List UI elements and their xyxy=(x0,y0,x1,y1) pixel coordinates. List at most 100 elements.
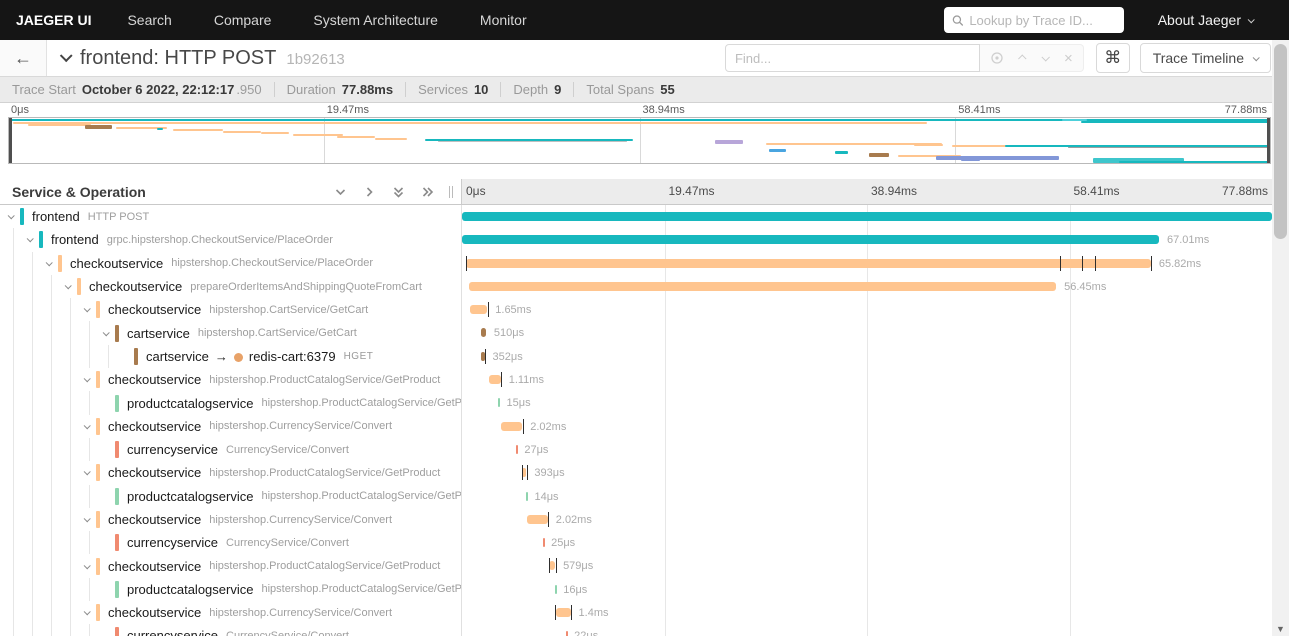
span-duration-bar[interactable] xyxy=(542,538,545,548)
scrollbar-down-arrow[interactable]: ▼ xyxy=(1272,624,1289,634)
tree-collapse-chevron-icon[interactable] xyxy=(78,468,94,476)
keyboard-shortcuts-button[interactable]: ⌘ xyxy=(1095,43,1130,73)
span-tree-item[interactable]: cartservice → redis-cart:6379 HGET xyxy=(0,344,462,369)
peer-service-name: redis-cart:6379 xyxy=(248,348,336,364)
span-tree-item[interactable]: checkoutservice hipstershop.CurrencyServi… xyxy=(0,601,462,625)
tree-collapse-chevron-icon[interactable] xyxy=(21,235,37,243)
span-tree-item[interactable]: checkoutservice hipstershop.ProductCatalo… xyxy=(0,368,462,392)
span-duration-bar[interactable] xyxy=(462,235,1159,245)
span-duration-label: 1.11ms xyxy=(508,374,544,387)
scrollbar-thumb[interactable] xyxy=(1274,44,1287,239)
span-duration-bar[interactable] xyxy=(526,514,548,524)
tree-collapse-chevron-icon[interactable] xyxy=(59,282,75,290)
collapse-one-icon[interactable] xyxy=(333,185,348,199)
back-button[interactable]: ← xyxy=(0,40,47,76)
tree-collapse-chevron-icon[interactable] xyxy=(78,608,94,616)
span-tree-item[interactable]: frontend HTTP POST xyxy=(0,205,462,229)
timeline-minimap[interactable] xyxy=(8,117,1271,164)
vertical-scrollbar[interactable]: ▼ xyxy=(1272,40,1289,636)
span-duration-bar[interactable] xyxy=(554,584,557,594)
minimap-segment xyxy=(935,156,1060,160)
trace-lookup-box[interactable] xyxy=(943,7,1124,33)
span-timeline-cell: 65.82ms xyxy=(462,252,1272,275)
span-row: checkoutservice hipstershop.ProductCatalo… xyxy=(0,554,1289,578)
span-duration-bar[interactable] xyxy=(462,212,1273,221)
span-tree-item[interactable]: checkoutservice hipstershop.CartService/G… xyxy=(0,298,462,322)
find-next-icon[interactable] xyxy=(1041,53,1050,62)
indent-guide xyxy=(0,531,19,555)
column-resize-grip[interactable] xyxy=(449,185,453,198)
indent-guide xyxy=(19,461,38,485)
tree-collapse-chevron-icon[interactable] xyxy=(78,422,94,430)
span-tree-item[interactable]: checkoutservice hipstershop.CurrencyServi… xyxy=(0,507,462,532)
collapse-all-icon[interactable] xyxy=(391,185,406,199)
span-tree-item[interactable]: cartservice hipstershop.CartService/GetCa… xyxy=(0,321,462,345)
span-tree-item[interactable]: currencyservice CurrencyService/Convert xyxy=(0,531,462,555)
span-duration-bar[interactable] xyxy=(525,491,528,501)
stat-services: Services 10 xyxy=(405,82,500,97)
app-brand[interactable]: JAEGER UI xyxy=(16,12,91,28)
minimap-right-handle[interactable] xyxy=(1267,118,1270,163)
tree-collapse-chevron-icon[interactable] xyxy=(78,561,94,569)
span-tree-item[interactable]: checkoutservice hipstershop.CheckoutServi… xyxy=(0,251,462,275)
span-duration-bar[interactable] xyxy=(501,421,523,431)
tree-collapse-chevron-icon[interactable] xyxy=(78,375,94,383)
tree-collapse-chevron-icon[interactable] xyxy=(78,515,94,523)
span-tree-item[interactable]: checkoutservice hipstershop.CurrencyServi… xyxy=(0,414,462,438)
indent-guide xyxy=(57,321,76,345)
span-duration-bar[interactable] xyxy=(468,281,1057,291)
span-duration-bar[interactable] xyxy=(515,444,518,454)
nav-item-compare[interactable]: Compare xyxy=(214,12,272,28)
minimap-left-handle[interactable] xyxy=(9,118,12,163)
span-duration-label: 1.4ms xyxy=(578,607,609,620)
columns-header: Service & Operation 0μs 19.47ms 38.94ms 58.… xyxy=(0,179,1289,205)
span-duration-bar[interactable] xyxy=(489,375,501,385)
minimap-segment xyxy=(1080,121,1270,123)
tree-collapse-chevron-icon[interactable] xyxy=(2,212,18,220)
find-input[interactable] xyxy=(734,50,970,66)
span-duration-bar[interactable] xyxy=(480,328,486,338)
span-tree-item[interactable]: checkoutservice prepareOrderItemsAndShipp… xyxy=(0,274,462,299)
trace-stats-bar: Trace Start October 6 2022, 22:12:17.950 D… xyxy=(0,77,1289,103)
span-duration-bar[interactable] xyxy=(466,258,1151,268)
minimap-grid-line xyxy=(639,118,641,163)
trace-header: ← frontend: HTTP POST 1b92613 × ⌘ Trace … xyxy=(0,40,1289,77)
tree-collapse-chevron-icon[interactable] xyxy=(97,328,113,336)
about-jaeger-menu[interactable]: About Jaeger xyxy=(1158,12,1255,28)
tree-collapse-chevron-icon[interactable] xyxy=(78,305,94,313)
indent-guide xyxy=(76,321,95,345)
span-duration-bar[interactable] xyxy=(555,608,571,618)
span-tree-item[interactable]: currencyservice CurrencyService/Convert xyxy=(0,624,462,636)
target-icon[interactable] xyxy=(990,51,1004,65)
span-duration-bar[interactable] xyxy=(470,305,488,315)
span-tree-item[interactable]: productcatalogservice hipstershop.Product… xyxy=(0,577,462,602)
indent-guide xyxy=(19,344,38,369)
find-box[interactable] xyxy=(724,44,980,72)
span-tree-item[interactable]: checkoutservice hipstershop.ProductCatalo… xyxy=(0,461,462,485)
collapse-header-chevron-icon[interactable] xyxy=(59,48,73,62)
nav-item-system-architecture[interactable]: System Architecture xyxy=(313,12,438,28)
span-tree-item[interactable]: productcatalogservice hipstershop.Product… xyxy=(0,484,462,508)
tree-collapse-chevron-icon[interactable] xyxy=(40,258,56,267)
span-tree-item[interactable]: checkoutservice hipstershop.ProductCatalo… xyxy=(0,554,462,578)
span-tree-item[interactable]: frontend grpc.hipstershop.CheckoutService… xyxy=(0,228,462,252)
close-icon[interactable]: × xyxy=(1064,51,1073,66)
nav-item-search[interactable]: Search xyxy=(127,12,171,28)
span-duration-bar[interactable] xyxy=(480,351,485,361)
span-duration-bar[interactable] xyxy=(549,561,556,571)
trace-lookup-input[interactable] xyxy=(969,12,1116,28)
span-tree-item[interactable]: productcatalogservice hipstershop.Product… xyxy=(0,391,462,415)
span-marker-tick xyxy=(522,418,524,434)
span-tree-item[interactable]: currencyservice CurrencyService/Convert xyxy=(0,437,462,462)
span-duration-bar[interactable] xyxy=(565,631,568,636)
expand-all-icon[interactable] xyxy=(420,185,435,199)
find-prev-icon[interactable] xyxy=(1017,54,1027,63)
operation-name: hipstershop.ProductCatalogService/GetPro… xyxy=(261,397,462,410)
nav-item-monitor[interactable]: Monitor xyxy=(480,12,527,28)
span-duration-bar[interactable] xyxy=(498,398,501,408)
span-duration-label: 14μs xyxy=(534,490,559,503)
trace-view-selector[interactable]: Trace Timeline xyxy=(1139,43,1271,73)
tick-label: 58.41ms xyxy=(1073,184,1120,198)
tick-label: 77.88ms xyxy=(1224,104,1267,116)
expand-one-icon[interactable] xyxy=(362,185,377,199)
